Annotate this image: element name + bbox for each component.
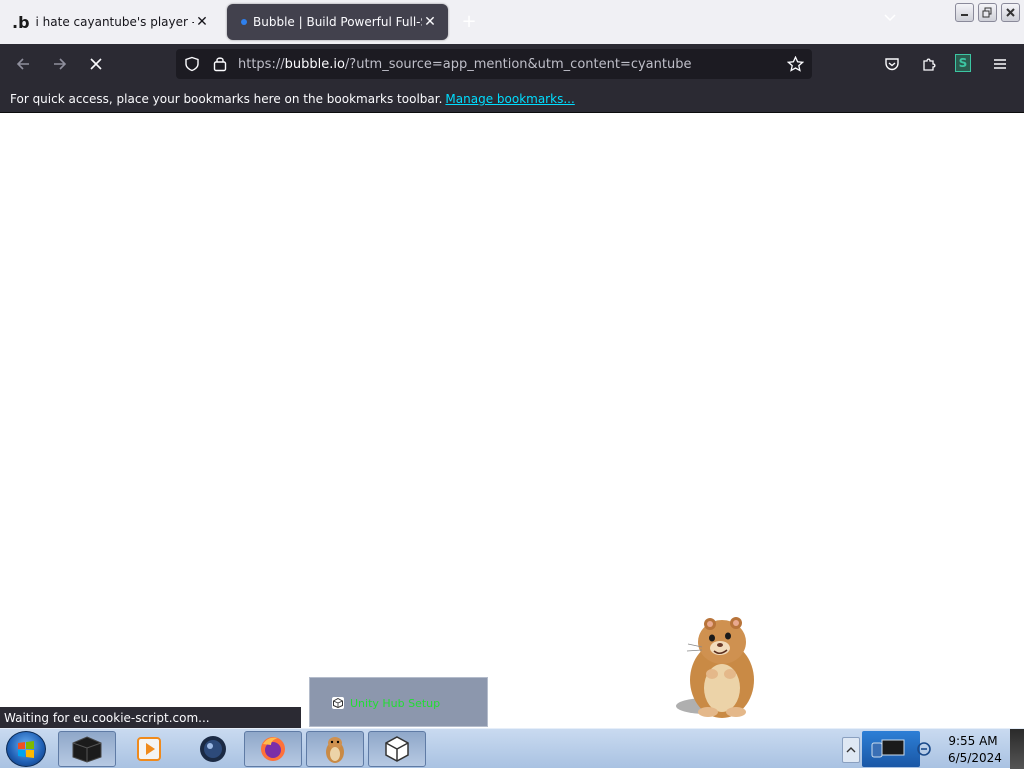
firefox-icon	[261, 737, 285, 761]
arrow-left-icon	[16, 58, 29, 70]
forward-button[interactable]	[48, 52, 72, 76]
shield-icon[interactable]	[184, 56, 200, 72]
bookmarks-toolbar: For quick access, place your bookmarks h…	[0, 84, 1024, 113]
taskbar-app-terminal[interactable]	[58, 731, 116, 767]
close-icon	[1006, 8, 1015, 17]
media-player-icon	[137, 737, 161, 761]
restore-button[interactable]	[978, 3, 997, 22]
star-icon[interactable]	[787, 56, 804, 72]
lock-icon[interactable]	[212, 55, 228, 72]
arrow-right-icon	[54, 58, 67, 70]
minimize-button[interactable]	[955, 3, 974, 22]
clock-time[interactable]: 9:55 AM	[948, 734, 998, 748]
extension-s-button[interactable]: S	[955, 54, 971, 72]
bubble-logo-icon: .b	[12, 12, 30, 32]
hamburger-menu-icon	[994, 59, 1006, 69]
url-host: bubble.io	[284, 57, 345, 72]
hamster-pet-icon[interactable]	[672, 614, 764, 722]
bookmarks-hint: For quick access, place your bookmarks h…	[10, 92, 575, 106]
black-cube-app-icon	[72, 736, 102, 763]
page-content	[0, 113, 1024, 728]
close-window-button[interactable]	[1001, 3, 1020, 22]
hamster-app-icon	[326, 737, 344, 763]
windows-logo-icon	[18, 741, 34, 758]
stop-button[interactable]	[84, 52, 108, 76]
minimize-icon	[961, 14, 968, 16]
tray-network-panel[interactable]	[862, 731, 920, 767]
close-icon[interactable]: ✕	[194, 14, 210, 30]
tab-title: Bubble | Build Powerful Full-Sta	[253, 15, 422, 29]
new-tab-button[interactable]: +	[458, 10, 480, 32]
taskbar-app-media-player[interactable]	[120, 731, 178, 767]
list-all-tabs-button[interactable]	[884, 12, 896, 25]
stop-icon	[90, 58, 102, 70]
taskbar-app-firefox[interactable]	[244, 731, 302, 767]
manage-bookmarks-link[interactable]: Manage bookmarks...	[445, 92, 574, 106]
chevron-up-icon	[846, 747, 856, 753]
dark-globe-app-icon	[200, 736, 226, 762]
taskbar: 9:55 AM 6/5/2024	[0, 728, 1024, 769]
tab-title: i hate cayantube's player - Cyan	[35, 15, 194, 29]
chevron-down-icon	[884, 14, 896, 22]
taskbar-app-hamster[interactable]	[306, 731, 364, 767]
network-monitor-icon	[871, 739, 905, 758]
unity-cube-icon	[333, 698, 343, 708]
start-button[interactable]	[6, 731, 46, 767]
back-button[interactable]	[11, 52, 35, 76]
loading-icon	[241, 19, 247, 25]
url-text[interactable]: https://bubble.io/?utm_source=app_mentio…	[238, 57, 691, 72]
unity-hub-setup-window[interactable]: Unity Hub Setup	[309, 677, 488, 727]
address-bar[interactable]: https://bubble.io/?utm_source=app_mentio…	[176, 49, 812, 79]
volume-icon[interactable]	[916, 741, 932, 757]
close-icon[interactable]: ✕	[422, 14, 438, 30]
taskbar-app-steam[interactable]	[184, 731, 242, 767]
navigation-toolbar: https://bubble.io/?utm_source=app_mentio…	[0, 44, 1024, 84]
status-panel: Waiting for eu.cookie-script.com...	[0, 707, 301, 728]
taskbar-app-unity-hub[interactable]	[368, 731, 426, 767]
unity-icon	[332, 697, 344, 709]
url-path: /?utm_source=app_mention&utm_content=cya…	[344, 57, 692, 72]
menu-button[interactable]	[988, 52, 1012, 76]
extensions-button[interactable]	[917, 52, 941, 76]
unity-cube-icon	[385, 736, 409, 762]
unity-hub-setup-label: Unity Hub Setup	[350, 697, 441, 710]
pocket-icon	[885, 58, 899, 71]
show-hidden-icons-button[interactable]	[842, 737, 860, 763]
tab-bubble[interactable]: Bubble | Build Powerful Full-Sta ✕	[227, 4, 448, 40]
tab-cyantube[interactable]: .b i hate cayantube's player - Cyan ✕	[2, 4, 220, 40]
show-desktop-button[interactable]	[1010, 729, 1024, 769]
clock-date[interactable]: 6/5/2024	[948, 751, 1002, 765]
puzzle-icon	[923, 58, 936, 71]
restore-icon	[982, 7, 992, 18]
url-scheme: https://	[238, 57, 285, 72]
bookmarks-hint-text: For quick access, place your bookmarks h…	[10, 92, 443, 106]
pocket-button[interactable]	[880, 52, 904, 76]
tab-strip: .b i hate cayantube's player - Cyan ✕ Bu…	[0, 0, 1024, 44]
